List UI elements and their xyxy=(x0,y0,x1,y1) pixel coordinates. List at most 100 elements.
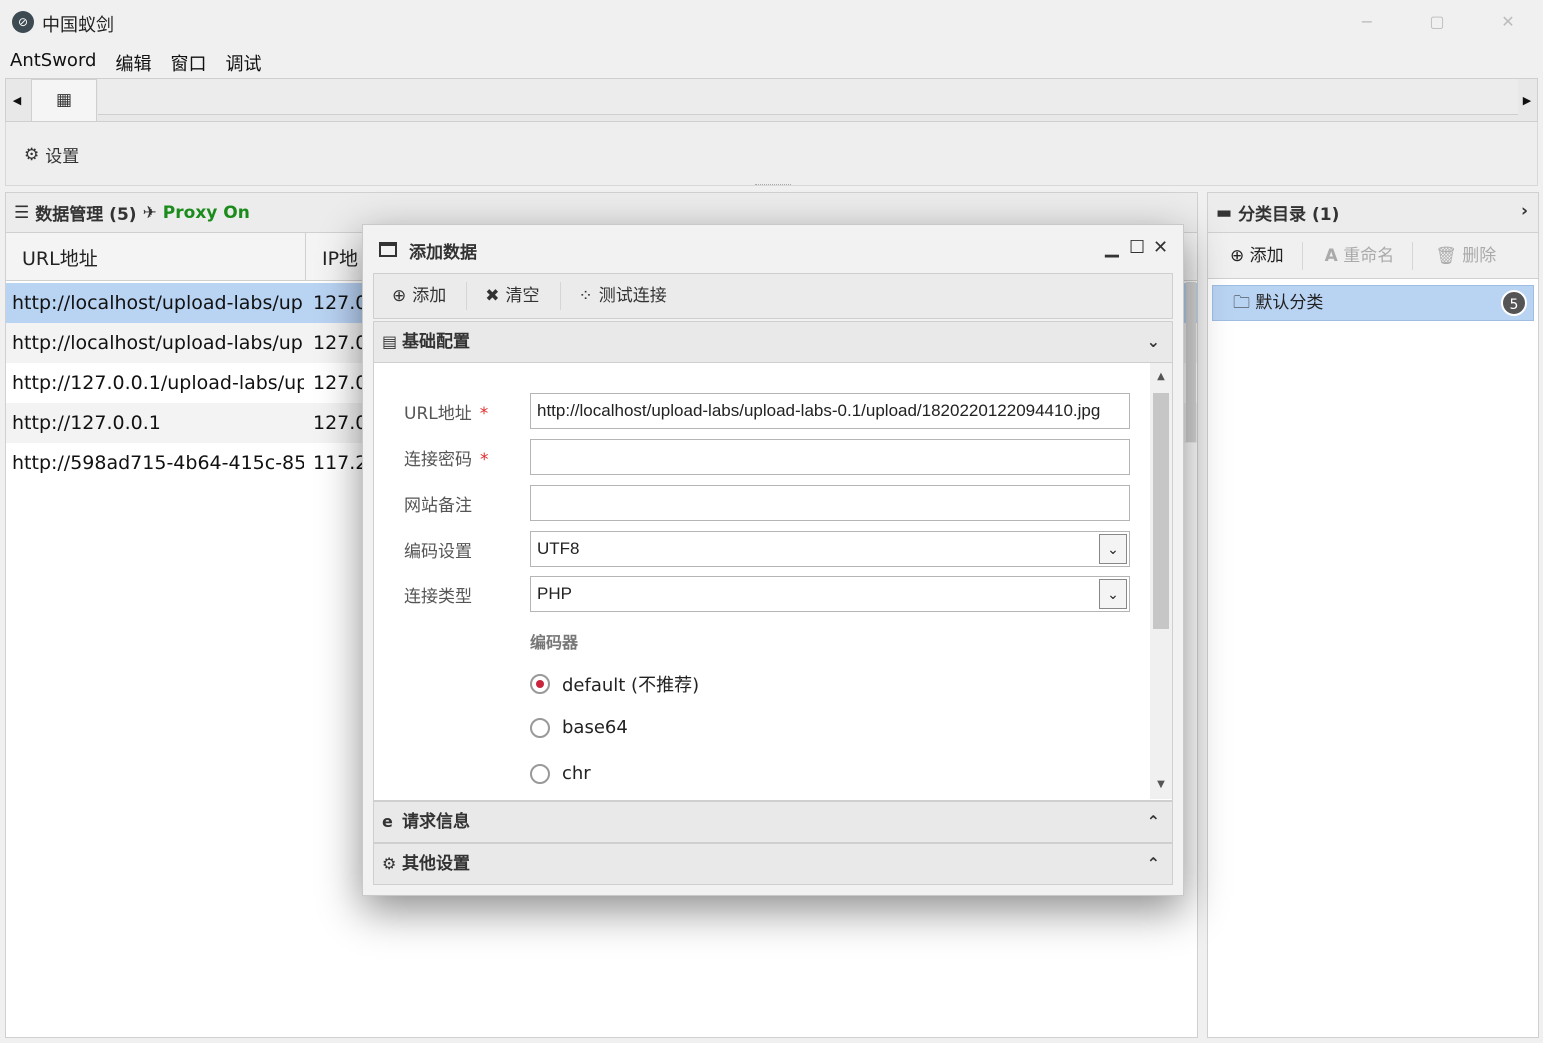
radio-chr[interactable] xyxy=(530,763,550,784)
section-basic-config[interactable]: ▤ 基础配置 ⌄ xyxy=(373,321,1173,363)
section-other-settings[interactable]: ⚙ 其他设置 ⌃ xyxy=(373,843,1173,885)
chevron-down-icon[interactable]: ⌄ xyxy=(1099,579,1127,609)
encoder-chr-label: chr xyxy=(562,763,591,784)
tab-home[interactable]: ▦ xyxy=(31,79,97,121)
plus-circle-icon: ⊕ xyxy=(392,286,407,306)
cell-url: http://localhost/upload-labs/uploa xyxy=(12,292,304,314)
dialog-clear-button[interactable]: ✖ 清空 xyxy=(467,282,561,310)
gear-icon: ⚙ xyxy=(24,144,40,165)
section-basic-title: 基础配置 xyxy=(402,332,470,352)
encoder-option-chr[interactable]: chr xyxy=(530,763,591,784)
dialog-toolbar: ⊕ 添加 ✖ 清空 ⁘ 测试连接 xyxy=(373,273,1173,319)
type-label: 连接类型 xyxy=(404,587,472,607)
title-bar: ⊘ 中国蚁剑 − ▢ ✕ xyxy=(0,0,1543,44)
data-panel-title: 数据管理 (5) xyxy=(35,205,137,225)
menu-antsword[interactable]: AntSword xyxy=(0,46,105,76)
spinner-icon: ⁘ xyxy=(578,286,593,306)
test-connection-label: 测试连接 xyxy=(598,286,667,306)
delete-category-button[interactable]: 🗑 删除 xyxy=(1413,242,1514,270)
tab-scroll-right-icon[interactable]: ▶ xyxy=(1516,79,1538,121)
dialog-title-bar: 添加数据 ▁ ☐ ✕ xyxy=(363,225,1183,271)
paper-plane-icon: ✈ xyxy=(142,202,157,223)
main-toolbar: ⚙ 设置 xyxy=(5,122,1538,186)
encoder-option-base64[interactable]: base64 xyxy=(530,717,628,738)
app-title: 中国蚁剑 xyxy=(42,15,114,36)
x-icon: ✖ xyxy=(485,286,500,306)
cell-url: http://127.0.0.1/upload-labs/uploa xyxy=(12,372,304,394)
type-value: PHP xyxy=(537,584,572,603)
add-category-button[interactable]: ⊕ 添加 xyxy=(1208,241,1303,270)
close-button[interactable]: ✕ xyxy=(1493,8,1523,36)
category-item-default[interactable]: 🗀 默认分类 5 xyxy=(1212,285,1534,321)
maximize-button[interactable]: ▢ xyxy=(1422,8,1452,36)
dialog-clear-label: 清空 xyxy=(505,286,540,306)
menu-edit[interactable]: 编辑 xyxy=(105,46,160,76)
file-icon: ▤ xyxy=(382,332,398,351)
scroll-down-icon[interactable]: ▼ xyxy=(1150,779,1172,790)
antsword-logo-icon: ⊘ xyxy=(12,11,34,33)
dialog-add-label: 添加 xyxy=(412,286,447,306)
scroll-thumb[interactable] xyxy=(1153,393,1169,629)
tab-scroll-left-icon[interactable]: ◀ xyxy=(6,79,28,121)
encoder-option-default[interactable]: default (不推荐) xyxy=(530,671,699,697)
e-icon: e xyxy=(382,812,393,831)
category-toolbar: ⊕ 添加 A 重命名 🗑 删除 xyxy=(1208,233,1538,279)
test-connection-button[interactable]: ⁘ 测试连接 xyxy=(561,282,687,310)
trash-icon: 🗑 xyxy=(1435,245,1457,266)
proxy-status: Proxy On xyxy=(162,202,250,223)
required-mark: * xyxy=(480,450,489,470)
category-panel-title: 分类目录 (1) xyxy=(1238,205,1340,225)
scroll-up-icon[interactable]: ▲ xyxy=(1150,371,1172,382)
delete-category-label: 删除 xyxy=(1462,245,1497,266)
password-input[interactable] xyxy=(530,439,1130,475)
chevron-down-icon[interactable]: ⌄ xyxy=(1099,534,1127,564)
menu-debug[interactable]: 调试 xyxy=(215,46,270,76)
section-request-info[interactable]: e 请求信息 ⌃ xyxy=(373,801,1173,843)
radio-default[interactable] xyxy=(530,674,550,694)
rename-category-label: 重命名 xyxy=(1343,245,1395,266)
required-mark: * xyxy=(479,404,489,424)
dialog-maximize-icon[interactable]: ☐ xyxy=(1129,237,1145,258)
chevron-up-icon: ⌃ xyxy=(1146,854,1160,873)
category-item-label: 默认分类 xyxy=(1255,293,1324,313)
section-other-title: 其他设置 xyxy=(402,854,470,874)
dialog-close-icon[interactable]: ✕ xyxy=(1153,237,1168,258)
encoder-default-label: default (不推荐) xyxy=(562,675,700,696)
tab-strip xyxy=(98,79,1518,115)
chevron-right-icon[interactable]: › xyxy=(1521,201,1528,221)
encoding-select[interactable]: UTF8 ⌄ xyxy=(530,531,1130,567)
category-panel: ▬ 分类目录 (1) › ⊕ 添加 A 重命名 🗑 删除 🗀 默认分类 5 xyxy=(1207,192,1539,1038)
url-input[interactable]: http://localhost/upload-labs/upload-labs… xyxy=(530,393,1130,429)
menu-bar: AntSword 编辑 窗口 调试 xyxy=(0,46,270,76)
grid-scrollbar[interactable] xyxy=(1186,282,1196,442)
settings-label: 设置 xyxy=(45,147,80,167)
rename-category-button[interactable]: A 重命名 xyxy=(1303,241,1414,270)
plus-circle-icon: ⊕ xyxy=(1230,245,1245,266)
column-header-url[interactable]: URL地址 xyxy=(6,233,306,281)
chevron-up-icon: ⌃ xyxy=(1146,812,1160,831)
password-label: 连接密码 * xyxy=(404,450,489,470)
dialog-minimize-icon[interactable]: ▁ xyxy=(1105,237,1119,258)
category-panel-header: ▬ 分类目录 (1) › xyxy=(1208,193,1538,233)
type-select[interactable]: PHP ⌄ xyxy=(530,576,1130,612)
menu-window[interactable]: 窗口 xyxy=(160,46,215,76)
basic-config-body: URL地址 * http://localhost/upload-labs/uplo… xyxy=(373,363,1173,801)
gears-icon: ⚙ xyxy=(382,854,397,873)
add-category-label: 添加 xyxy=(1249,245,1284,266)
encoding-label: 编码设置 xyxy=(404,542,472,562)
note-input[interactable] xyxy=(530,485,1130,521)
dialog-scrollbar[interactable]: ▲ ▼ xyxy=(1150,363,1172,799)
tab-bar: ◀ ▦ ▶ xyxy=(5,78,1538,122)
window-icon xyxy=(379,242,397,257)
cell-url: http://localhost/upload-labs/uploa xyxy=(12,332,304,354)
minimize-button[interactable]: − xyxy=(1352,8,1382,36)
count-badge: 5 xyxy=(1501,290,1527,316)
dialog-add-button[interactable]: ⊕ 添加 xyxy=(374,282,468,310)
cell-url: http://127.0.0.1 xyxy=(12,412,161,434)
radio-base64[interactable] xyxy=(530,717,550,738)
settings-button[interactable]: ⚙ 设置 xyxy=(24,142,80,168)
chevron-down-icon: ⌄ xyxy=(1146,332,1160,351)
panel-resizer[interactable] xyxy=(755,184,791,187)
encoder-base64-label: base64 xyxy=(562,717,628,738)
grid-icon: ▦ xyxy=(55,90,73,110)
